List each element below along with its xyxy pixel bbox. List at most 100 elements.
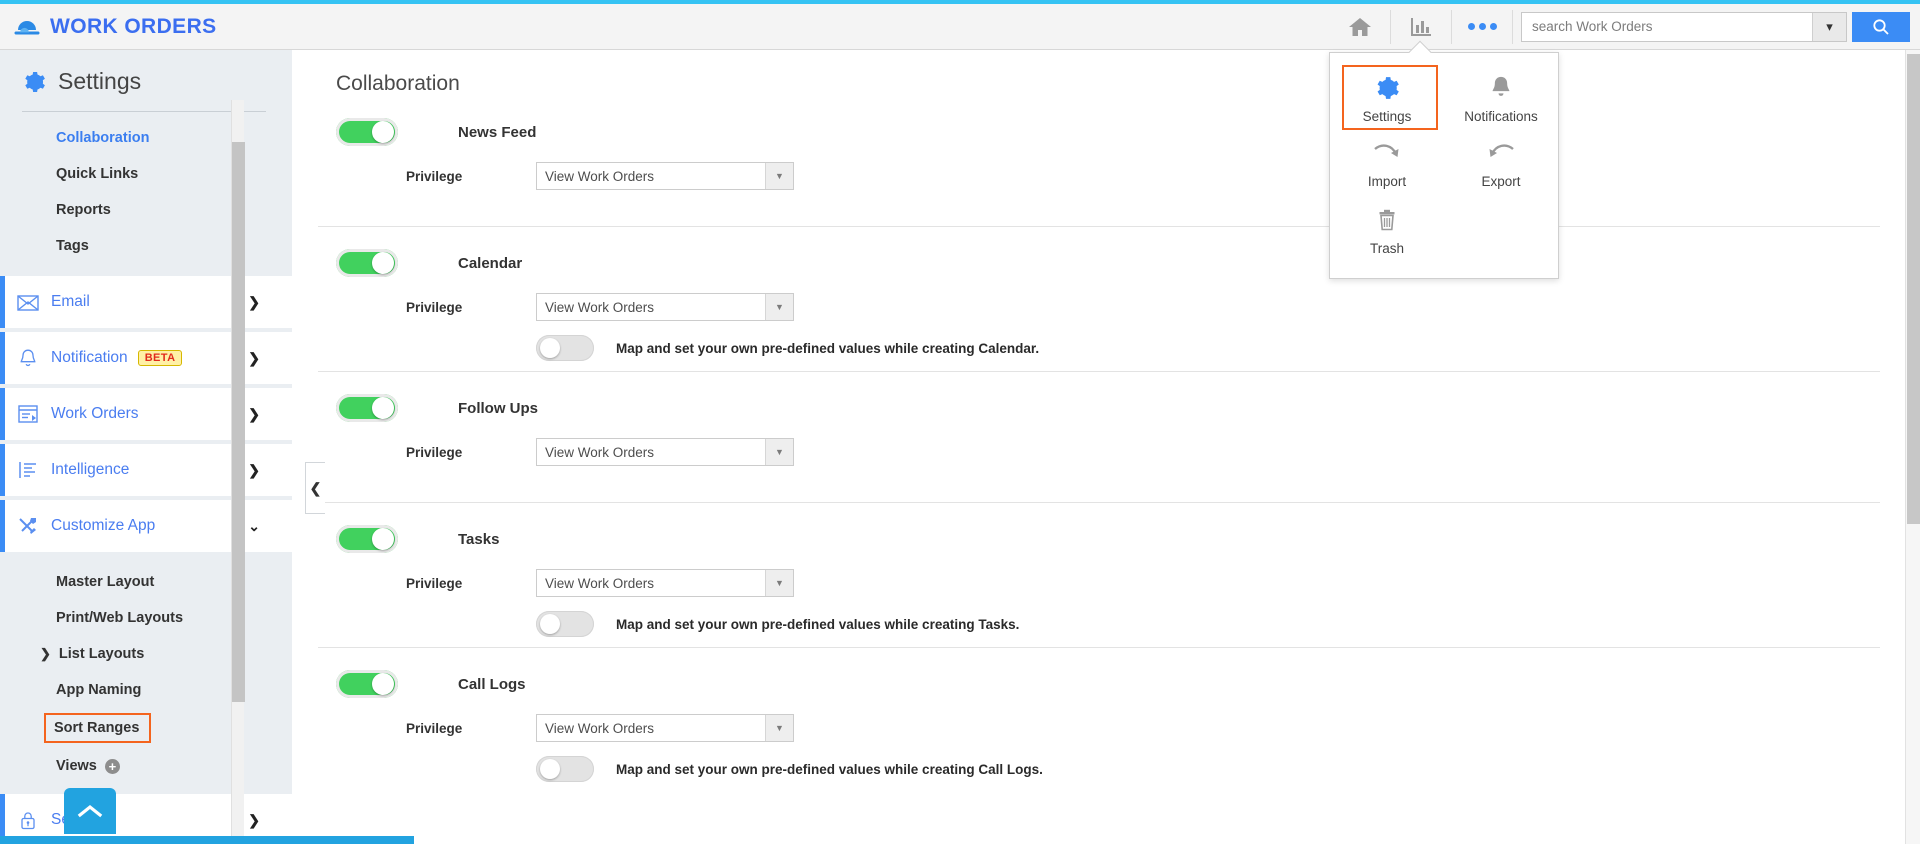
sidebar-group-work-orders[interactable]: Work Orders ❯ (0, 388, 292, 440)
section-title: Follow Ups (458, 394, 538, 417)
sidebar-group-notification[interactable]: Notification BETA ❯ (0, 332, 292, 384)
sidebar-collapse-handle[interactable]: ❮ (305, 462, 325, 514)
privilege-select-follow-ups[interactable]: View Work Orders ▼ (536, 438, 794, 466)
menu-item-label: Trash (1370, 241, 1404, 256)
sidebar-item-views[interactable]: Views + (0, 748, 292, 784)
menu-item-label: Export (1481, 174, 1520, 189)
page-title: Collaboration (318, 50, 1920, 96)
sidebar-item-app-naming[interactable]: App Naming (0, 672, 292, 708)
sidebar-group-customize-app[interactable]: Customize App ⌄ (0, 500, 292, 552)
sidebar-item-label: Views (56, 758, 97, 774)
bottom-accent-strip (0, 836, 414, 844)
privilege-select-news-feed[interactable]: View Work Orders ▼ (536, 162, 794, 190)
chevron-right-icon: ❯ (248, 812, 260, 829)
search-button[interactable] (1852, 12, 1910, 42)
toggle-map-values-calendar[interactable] (536, 335, 594, 361)
sidebar-item-print-web-layouts[interactable]: Print/Web Layouts (0, 600, 292, 636)
chevron-down-icon[interactable]: ▾ (1812, 13, 1846, 41)
privilege-select-value: View Work Orders (537, 439, 765, 465)
caret-down-icon: ▼ (765, 715, 793, 741)
toggle-map-values-tasks[interactable] (536, 611, 594, 637)
sidebar-item-quick-links[interactable]: Quick Links (0, 156, 292, 192)
gear-icon (22, 70, 46, 94)
scroll-to-top-button[interactable] (64, 788, 116, 834)
sidebar-scrollbar[interactable] (231, 100, 244, 844)
customize-app-subitems: Master Layout Print/Web Layouts ❯ List L… (0, 556, 292, 784)
three-dots-icon[interactable] (1452, 4, 1512, 50)
sidebar-title: Settings (58, 68, 141, 95)
plus-circle-icon[interactable]: + (105, 759, 120, 774)
privilege-label: Privilege (406, 445, 474, 460)
tools-icon (5, 516, 51, 536)
toggle-call-logs[interactable] (336, 670, 398, 698)
map-values-text: Map and set your own pre-defined values … (616, 341, 1039, 356)
privilege-select-value: View Work Orders (537, 715, 765, 741)
export-arrow-icon (1487, 144, 1515, 166)
toggle-tasks[interactable] (336, 525, 398, 553)
sidebar-group-label: Notification (51, 349, 128, 367)
chevron-right-icon: ❯ (248, 294, 260, 311)
privilege-row: Privilege View Work Orders ▼ (336, 162, 1880, 190)
privilege-select-value: View Work Orders (537, 570, 765, 596)
privilege-select-tasks[interactable]: View Work Orders ▼ (536, 569, 794, 597)
more-menu-popover: Settings Notifications (1329, 52, 1559, 279)
main-content: Collaboration News Feed Privilege View W… (318, 50, 1920, 844)
menu-item-label: Settings (1363, 109, 1412, 124)
sidebar-item-master-layout[interactable]: Master Layout (0, 564, 292, 600)
toggle-calendar[interactable] (336, 249, 398, 277)
privilege-select-call-logs[interactable]: View Work Orders ▼ (536, 714, 794, 742)
section-title: Calendar (458, 249, 522, 272)
sidebar-title-row: Settings (0, 50, 292, 111)
menu-item-notifications[interactable]: Notifications (1444, 63, 1558, 132)
trash-icon (1377, 209, 1397, 233)
bell-icon (1489, 75, 1513, 101)
sidebar: Settings Collaboration Quick Links Repor… (0, 50, 292, 844)
caret-down-icon: ▼ (765, 439, 793, 465)
map-values-text: Map and set your own pre-defined values … (616, 762, 1043, 777)
gear-icon (1374, 75, 1400, 101)
menu-item-export[interactable]: Export (1444, 132, 1558, 197)
search-input[interactable] (1522, 13, 1812, 41)
toggle-news-feed[interactable] (336, 118, 398, 146)
toggle-map-values-call-logs[interactable] (536, 756, 594, 782)
brand[interactable]: WORK ORDERS (0, 15, 217, 39)
privilege-row: Privilege View Work Orders ▼ (336, 714, 1880, 742)
main-scrollbar[interactable] (1905, 50, 1920, 844)
map-values-row: Map and set your own pre-defined values … (336, 756, 1880, 782)
map-values-text: Map and set your own pre-defined values … (616, 617, 1019, 632)
sidebar-item-reports[interactable]: Reports (0, 192, 292, 228)
search-box: ▾ (1521, 12, 1847, 42)
sidebar-group-label: Work Orders (51, 405, 139, 423)
menu-item-trash[interactable]: Trash (1330, 197, 1444, 264)
privilege-label: Privilege (406, 576, 474, 591)
sidebar-group-email[interactable]: Email ❯ (0, 276, 292, 328)
lock-icon (5, 810, 51, 831)
sidebar-item-collaboration[interactable]: Collaboration (0, 120, 292, 156)
envelope-icon (5, 293, 51, 311)
sidebar-item-sort-ranges[interactable]: Sort Ranges (44, 713, 151, 743)
sidebar-item-list-layouts[interactable]: ❯ List Layouts (0, 636, 292, 672)
section-call-logs: Call Logs Privilege View Work Orders ▼ M… (318, 648, 1880, 792)
import-arrow-icon (1373, 144, 1401, 166)
brand-title: WORK ORDERS (50, 15, 217, 39)
section-calendar: Calendar Privilege View Work Orders ▼ Ma… (318, 227, 1880, 372)
menu-item-settings[interactable]: Settings (1330, 63, 1444, 132)
hardhat-cap-icon (14, 16, 40, 38)
chevron-left-icon: ❮ (310, 480, 322, 497)
menu-item-label: Import (1368, 174, 1406, 189)
privilege-label: Privilege (406, 721, 474, 736)
sidebar-group-intelligence[interactable]: Intelligence ❯ (0, 444, 292, 496)
sidebar-scrollbar-thumb[interactable] (232, 142, 245, 702)
chevron-up-icon (77, 803, 103, 819)
privilege-select-calendar[interactable]: View Work Orders ▼ (536, 293, 794, 321)
menu-item-import[interactable]: Import (1330, 132, 1444, 197)
status-badge: BETA (138, 350, 183, 366)
chevron-right-icon: ❯ (248, 406, 260, 423)
bell-outline-icon (5, 348, 51, 369)
toggle-follow-ups[interactable] (336, 394, 398, 422)
sidebar-item-tags[interactable]: Tags (0, 228, 292, 264)
caret-down-icon: ▼ (765, 294, 793, 320)
home-icon[interactable] (1330, 4, 1390, 50)
main-scrollbar-thumb[interactable] (1907, 54, 1920, 524)
search-area: ▾ (1513, 4, 1920, 50)
